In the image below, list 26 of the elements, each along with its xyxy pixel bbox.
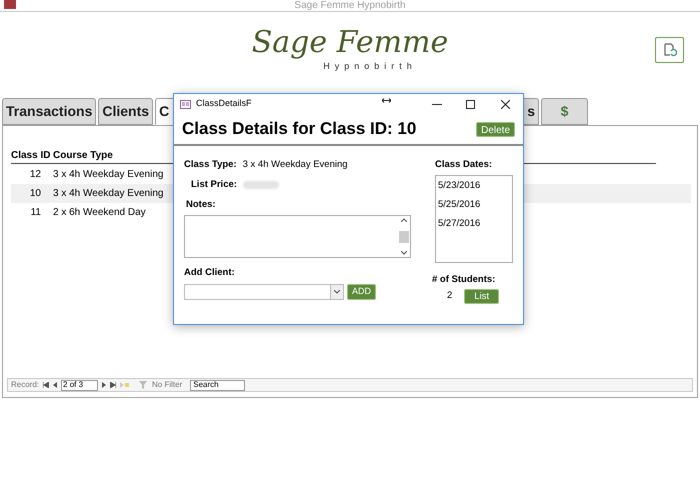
column-header: Course Type [53,149,113,163]
student-count: 2 [447,288,452,303]
table-cell-text: 11 [30,206,41,220]
class-date: 5/27/2016 [438,217,482,232]
table-cell-text: 2 x 6h Weekend Day [53,206,146,220]
class-date: 5/25/2016 [438,198,482,212]
dialog-title: ClassDetailsF [196,97,252,110]
field-label: Class Dates: [435,158,492,172]
field-label: # of Students: [432,273,496,288]
table-cell-text: 3 x 4h Weekday Evening [53,187,164,201]
window-title: Sage Femme Hypnobirth [294,0,406,11]
field-label: Notes: [185,198,217,212]
filter-status: No Filter [152,379,182,391]
table-cell-text: 10 [28,187,41,201]
table-cell-text: 3 x 4h Weekday Evening [53,168,164,182]
field-label: List Price: [191,178,237,192]
field-label: Add Client: [184,266,236,280]
logo-wordmark: Sage Femme [252,26,448,60]
table-cell-text: 12 [28,168,41,182]
field-label: Class Type: [184,158,237,172]
class-type-value: 3 x 4h Weekday Evening [242,158,348,172]
class-date: 5/23/2016 [438,179,482,194]
logo-tagline: Hypnobirth [323,60,417,73]
column-header: Class ID [11,149,52,163]
record-label: Record: [11,379,40,391]
dialog-heading: Class Details for Class ID: 10 [182,118,416,140]
